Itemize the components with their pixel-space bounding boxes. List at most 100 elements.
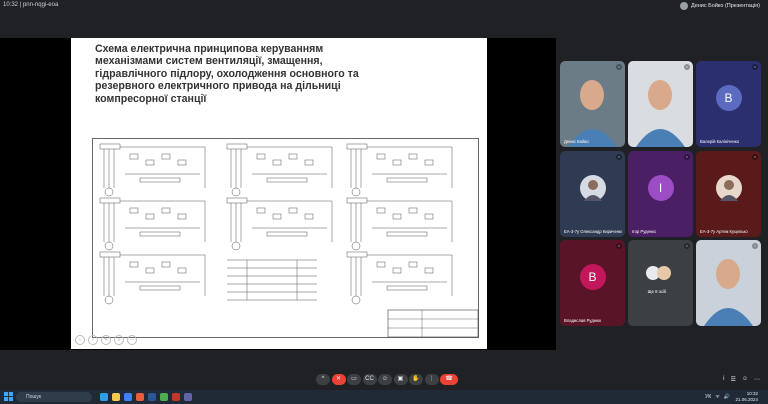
participant-tile[interactable]: • Ще 8 осіб (628, 240, 693, 326)
participant-avatar: І (647, 174, 674, 201)
side-panel-controls: i ☰ ☺ ⋯ (723, 376, 760, 383)
person-icon (568, 80, 617, 147)
participant-avatar: В (715, 84, 742, 111)
volume-icon[interactable]: 🔊 (724, 394, 730, 400)
top-bar: 10:32 | pnn-nqgi-eoa Денис Бойко (Презен… (0, 0, 768, 14)
windows-start-icon[interactable] (4, 392, 13, 401)
more-options-button[interactable]: ⋮ (424, 374, 439, 385)
raise-hand-icon: ✋ (412, 376, 420, 382)
participant-tile[interactable]: • ЕА-3-7у Олександр Кириченко (560, 151, 625, 237)
participant-tile[interactable]: • (696, 240, 761, 326)
slide-title-line: резервного електричного привода на дільн… (95, 80, 341, 93)
photos-icon[interactable] (160, 393, 168, 401)
participant-avatar: В (579, 263, 606, 290)
raise-hand-button[interactable]: ✋ (409, 374, 423, 385)
call-controls: ^ ✕ ▭ CC ☺ ▣ ✋ ⋮ ☎ i ☰ ☺ ⋯ (0, 368, 768, 390)
participant-name: Денис Бойко (564, 139, 589, 144)
taskbar-search-input[interactable]: Пошук (16, 392, 92, 402)
participant-name: Ігор Руденко (632, 229, 657, 234)
slide-title-line: механізмами систем вентиляції, змащення, (95, 55, 323, 68)
participant-tile[interactable]: І • Ігор Руденко (628, 151, 693, 237)
slide-title: Схема електрична принципова керуванням ме… (95, 43, 445, 105)
activities-icon[interactable]: ⋯ (754, 376, 760, 383)
camera-icon: ▭ (351, 376, 357, 382)
slide-title-line: Схема електрична принципова керуванням (95, 43, 324, 55)
person-icon (719, 179, 738, 201)
presenter-indicator[interactable]: Денис Бойко (Презентація) (679, 2, 760, 10)
word-icon[interactable] (148, 393, 156, 401)
slide-title-line: компресорної станції (95, 92, 207, 105)
slide-menu-icon[interactable]: ⋯ (127, 335, 137, 345)
chevron-up-icon: ^ (321, 376, 325, 382)
end-call-button[interactable]: ☎ (440, 374, 458, 385)
participant-status-icon: • (684, 243, 690, 249)
system-tray[interactable]: УК ᯤ 🔊 (705, 394, 730, 400)
slide-zoom-icon[interactable]: ⌕ (114, 335, 124, 345)
teams-icon[interactable] (184, 393, 192, 401)
emoji-button[interactable]: ☺ (378, 374, 392, 385)
keyboard-language-icon[interactable]: УК (705, 394, 711, 400)
meeting-info: 10:32 | pnn-nqgi-eoa (3, 2, 58, 8)
person-icon (657, 266, 671, 280)
participant-name: ЕА-3-7у Артем Куцилько (700, 229, 748, 234)
participant-status-icon: • (752, 64, 758, 70)
presenter-avatar (679, 2, 688, 10)
taskbar-clock[interactable]: 10:32 21.06.2024 (735, 391, 758, 403)
participant-status-icon: • (616, 64, 622, 70)
info-icon[interactable]: i (723, 376, 724, 383)
participant-tile[interactable]: В • Владислав Руднюк (560, 240, 625, 326)
participant-photo (579, 174, 606, 201)
title-block (387, 309, 479, 338)
people-icon[interactable]: ☰ (730, 376, 735, 383)
participant-tile[interactable]: • (628, 61, 693, 147)
participant-photo (715, 174, 742, 201)
participant-tile[interactable]: • ЕА-3-7у Артем Куцилько (696, 151, 761, 237)
presentation-stage[interactable]: Схема електрична принципова керуванням ме… (0, 38, 556, 350)
edge-icon[interactable] (100, 393, 108, 401)
chat-icon[interactable]: ☺ (742, 376, 748, 383)
captions-button[interactable]: CC (362, 374, 377, 385)
participant-status-icon: • (752, 243, 758, 249)
participant-video (560, 61, 625, 147)
store-icon[interactable] (124, 393, 132, 401)
participant-tile[interactable]: В • Валерій Калініченко (696, 61, 761, 147)
present-icon: ▣ (397, 376, 404, 382)
person-icon (583, 179, 602, 201)
more-options-icon: ⋮ (428, 376, 435, 382)
meeting-code: pnn-nqgi-eoa (22, 2, 59, 8)
participant-status-icon: • (684, 64, 690, 70)
camera-button[interactable]: ▭ (347, 374, 361, 385)
participant-status-icon: • (616, 243, 622, 249)
person-icon (704, 259, 753, 326)
chevron-up-button[interactable]: ^ (316, 374, 330, 385)
explorer-icon[interactable] (112, 393, 120, 401)
captions-icon: CC (365, 376, 374, 382)
emoji-icon: ☺ (381, 376, 389, 382)
mic-off-icon: ✕ (335, 376, 342, 382)
slide: Схема електрична принципова керуванням ме… (71, 38, 487, 349)
present-button[interactable]: ▣ (393, 374, 408, 385)
participant-status-icon: • (684, 154, 690, 160)
participant-name: Ще 8 осіб (647, 289, 667, 294)
slide-controls[interactable]: ‹ › ✎ ⌕ ⋯ (75, 335, 137, 345)
slide-next-icon[interactable]: › (88, 335, 98, 345)
participant-status-icon: • (752, 154, 758, 160)
chrome-icon[interactable] (136, 393, 144, 401)
participant-name: ЕА-3-7у Олександр Кириченко (564, 229, 622, 234)
participant-tile[interactable]: • Денис Бойко (560, 61, 625, 147)
more-participants-avatars (646, 266, 671, 280)
end-call-icon: ☎ (445, 376, 453, 382)
slide-pen-icon[interactable]: ✎ (101, 335, 111, 345)
clock-time: 10:32 (3, 2, 19, 8)
person-icon (636, 80, 685, 147)
mic-off-button[interactable]: ✕ (331, 374, 346, 385)
media-icon[interactable] (172, 393, 180, 401)
participant-name: Валерій Калініченко (700, 139, 740, 144)
participant-status-icon: • (616, 154, 622, 160)
taskbar-date: 21.06.2024 (735, 397, 758, 402)
participant-video (628, 61, 693, 147)
schematic-diagram (92, 138, 479, 338)
slide-prev-icon[interactable]: ‹ (75, 335, 85, 345)
taskbar: Пошук УК ᯤ 🔊 10:32 21.06.2024 (0, 390, 768, 404)
wifi-icon[interactable]: ᯤ (715, 394, 720, 400)
